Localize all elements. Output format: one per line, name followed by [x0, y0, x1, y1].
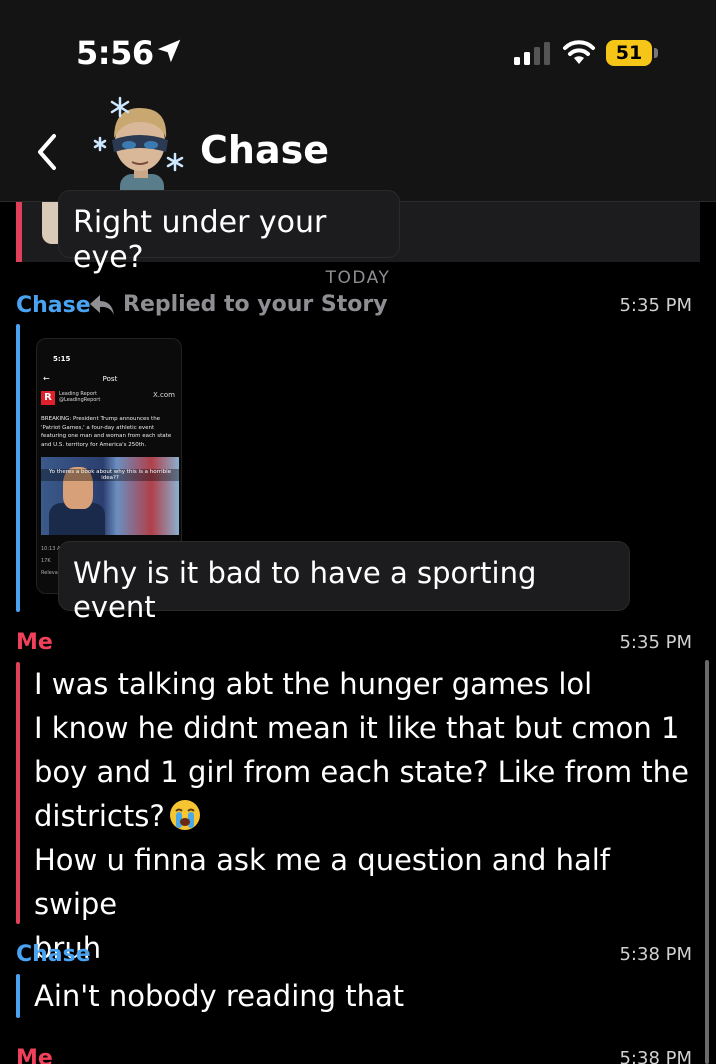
message-line: I was talking abt the hunger games lol: [34, 667, 593, 701]
story-caption: Yo theres a book about why this is a hor…: [41, 469, 179, 481]
story-source: X.com: [153, 391, 175, 399]
message-line: boy and 1 girl from each state? Like fro…: [34, 755, 689, 789]
story-status-time: 5:15: [53, 355, 71, 363]
message-accent-bar: [16, 324, 20, 612]
scrollbar[interactable]: [705, 660, 709, 1064]
message-line-with-emoji: districts?: [34, 794, 702, 838]
chat-header: 5:56 51 Chase: [0, 0, 716, 202]
sender-name: Me: [16, 630, 53, 655]
story-account: Leading Report @LeadingReport: [59, 391, 100, 403]
battery-tip: [654, 48, 658, 58]
message-timestamp: 5:35 PM: [619, 632, 692, 653]
reply-arrow-icon: [90, 295, 114, 315]
message-timestamp: 5:38 PM: [619, 1048, 692, 1064]
story-post-body: BREAKING: President Trump announces the …: [41, 416, 172, 448]
location-arrow-icon: [157, 39, 181, 63]
crying-face-emoji-icon: [169, 800, 200, 830]
message-timestamp: 5:35 PM: [619, 295, 692, 316]
message-line: bruh: [34, 931, 102, 965]
story-post-title: Post: [102, 375, 118, 383]
sender-name: Me: [16, 1046, 53, 1064]
cellular-signal-icon: [514, 42, 550, 65]
contact-name[interactable]: Chase: [200, 128, 329, 172]
message-line: I know he didnt mean it like that but cm…: [34, 711, 680, 745]
message-timestamp: 5:38 PM: [619, 944, 692, 965]
battery-indicator: 51: [606, 40, 658, 66]
message-accent-bar: [16, 974, 20, 1018]
previous-message-bubble[interactable]: Right under your eye?: [58, 190, 400, 275]
bitmoji-avatar[interactable]: [90, 92, 190, 202]
reply-label: Replied to your Story: [123, 292, 388, 317]
story-account-handle: @LeadingReport: [59, 397, 101, 403]
day-separator: TODAY: [325, 268, 391, 288]
back-button[interactable]: [28, 128, 68, 176]
wifi-icon: [563, 40, 595, 64]
message-text[interactable]: I was talking abt the hunger games lol I…: [34, 662, 702, 970]
message-accent-bar: [16, 662, 20, 924]
sender-name: Chase: [16, 293, 91, 318]
battery-level: 51: [606, 40, 652, 66]
message-bubble[interactable]: Why is it bad to have a sporting event: [58, 541, 630, 624]
message-text[interactable]: Ain't nobody reading that: [34, 974, 702, 1018]
sender-name: Chase: [16, 942, 91, 967]
status-time: 5:56: [76, 34, 154, 72]
message-line: districts?: [34, 799, 165, 833]
message-line: How u finna ask me a question and half s…: [34, 843, 610, 921]
leading-report-logo: R: [41, 391, 55, 405]
